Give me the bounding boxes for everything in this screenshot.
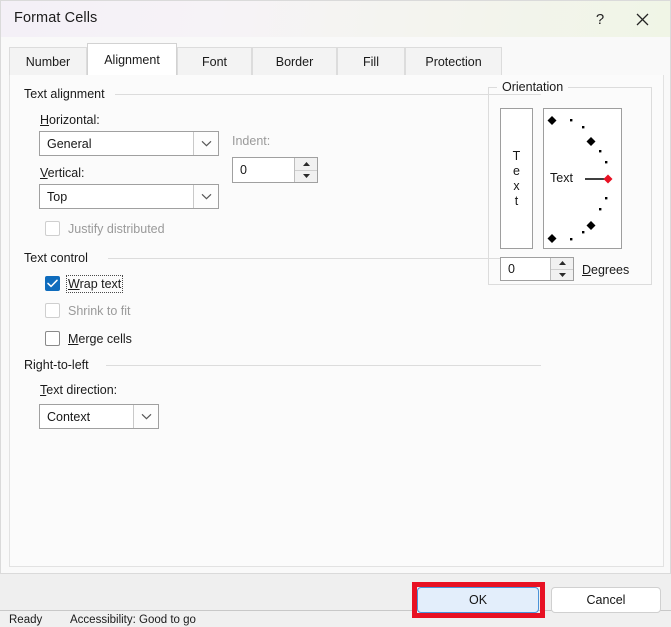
shrink-to-fit-checkbox[interactable]: Shrink to fit — [45, 303, 131, 318]
indent-spinner-buttons[interactable] — [294, 158, 317, 182]
indent-increment-button[interactable] — [295, 158, 317, 171]
group-label-text-control: Text control — [24, 251, 88, 265]
group-label-text-alignment: Text alignment — [24, 87, 105, 101]
orientation-selected-handle — [603, 174, 613, 184]
close-button[interactable] — [620, 1, 664, 37]
shrink-to-fit-box — [45, 303, 60, 318]
status-ready-label: Ready — [9, 614, 43, 626]
chevron-down-icon — [141, 413, 151, 420]
group-label-orientation: Orientation — [497, 80, 569, 94]
wrap-text-label: Wrap text — [65, 274, 124, 293]
vertical-letter-t1: T — [512, 148, 521, 163]
wrap-text-box — [45, 276, 60, 291]
vertical-alignment-value: Top — [47, 189, 68, 204]
status-accessibility-label: Accessibility: Good to go — [70, 614, 196, 626]
tab-alignment[interactable]: Alignment — [87, 43, 177, 75]
horizontal-alignment-combobox[interactable]: General — [39, 131, 219, 156]
triangle-down-icon — [302, 174, 310, 179]
vertical-letter-e: e — [513, 163, 520, 178]
merge-cells-label: Merge cells — [68, 331, 132, 346]
triangle-up-icon — [302, 161, 310, 166]
indent-label: Indent: — [232, 134, 271, 148]
text-direction-combobox[interactable]: Context — [39, 404, 159, 429]
orientation-dial-graphic — [547, 116, 613, 243]
merge-cells-checkbox[interactable]: Merge cells — [45, 331, 132, 346]
merge-cells-box — [45, 331, 60, 346]
degrees-spinner[interactable]: 0 — [500, 257, 574, 281]
chevron-down-icon — [201, 140, 211, 147]
vertical-combobox-arrow[interactable] — [193, 185, 218, 208]
tab-number[interactable]: Number — [9, 47, 87, 75]
indent-value: 0 — [240, 163, 247, 177]
horizontal-combobox-arrow[interactable] — [193, 132, 218, 155]
vertical-letter-x: x — [513, 178, 520, 193]
wrap-text-checkbox[interactable]: Wrap text — [45, 274, 124, 293]
group-rule-text-control — [108, 258, 541, 259]
justify-distributed-checkbox[interactable]: Justify distributed — [45, 221, 165, 236]
vertical-label: Vertical: — [40, 166, 85, 180]
triangle-up-icon — [558, 261, 566, 266]
group-label-right-to-left: Right-to-left — [24, 358, 89, 372]
indent-spinner[interactable]: 0 — [232, 157, 318, 183]
chevron-down-icon — [201, 193, 211, 200]
tab-strip: Number Alignment Font Border Fill Protec… — [1, 37, 670, 75]
tab-protection[interactable]: Protection — [405, 47, 502, 75]
justify-distributed-label: Justify distributed — [68, 221, 165, 236]
text-direction-value: Context — [47, 409, 91, 424]
dialog-title-bar: Format Cells ? — [1, 1, 670, 38]
dialog-title: Format Cells — [14, 10, 98, 26]
tab-border[interactable]: Border — [252, 47, 337, 75]
group-rule-text-alignment — [115, 94, 541, 95]
question-mark-icon: ? — [595, 10, 605, 28]
horizontal-label: Horizontal: — [40, 113, 100, 127]
triangle-down-icon — [558, 272, 566, 277]
close-icon — [636, 13, 648, 25]
degrees-increment-button[interactable] — [551, 258, 573, 270]
degrees-decrement-button[interactable] — [551, 269, 573, 280]
degrees-spinner-buttons[interactable] — [550, 258, 573, 280]
cancel-button[interactable]: Cancel — [551, 587, 661, 613]
orientation-vertical-text-preview[interactable]: T e x t — [500, 108, 533, 249]
tab-fill[interactable]: Fill — [337, 47, 405, 75]
tab-font[interactable]: Font — [177, 47, 252, 75]
indent-decrement-button[interactable] — [295, 170, 317, 182]
help-button[interactable]: ? — [578, 1, 622, 37]
shrink-to-fit-label: Shrink to fit — [68, 303, 131, 318]
group-rule-right-to-left — [106, 365, 541, 366]
check-icon — [47, 279, 58, 288]
ok-button[interactable]: OK — [417, 587, 539, 613]
vertical-alignment-combobox[interactable]: Top — [39, 184, 219, 209]
orientation-dial[interactable]: Text — [543, 108, 622, 249]
horizontal-alignment-value: General — [47, 136, 92, 151]
degrees-value: 0 — [508, 262, 515, 276]
degrees-label: Degrees — [582, 263, 630, 277]
format-cells-dialog: Format Cells ? Number Alignment Font Bor… — [0, 0, 671, 574]
alignment-tab-panel: Text alignment Horizontal: General Inden… — [9, 75, 664, 567]
justify-distributed-box — [45, 221, 60, 236]
vertical-letter-t2: t — [514, 193, 519, 208]
text-direction-combobox-arrow[interactable] — [133, 405, 158, 428]
text-direction-label: Text direction: — [40, 383, 118, 397]
